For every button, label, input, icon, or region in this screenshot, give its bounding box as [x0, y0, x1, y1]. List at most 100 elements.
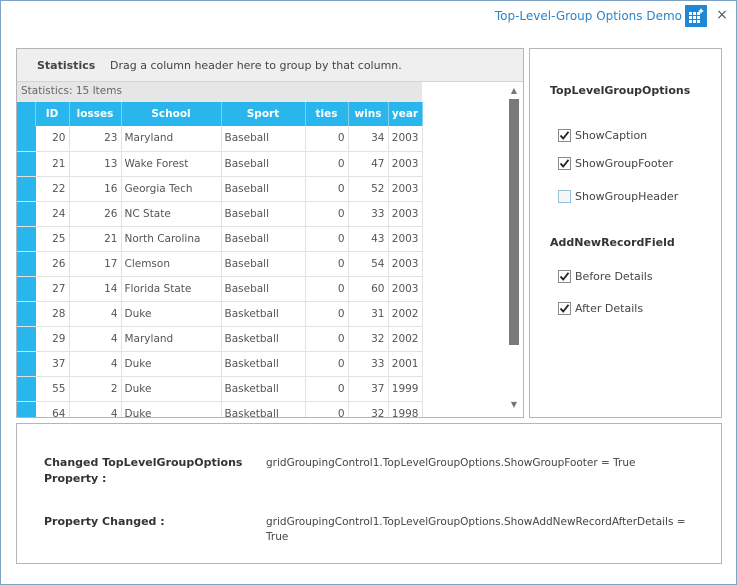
cell-ties[interactable]: 0 — [305, 326, 349, 352]
column-header-id[interactable]: ID — [35, 102, 70, 126]
row-selector[interactable] — [17, 326, 36, 352]
table-row[interactable]: 27 14 Florida State Baseball 0 60 2003 — [17, 276, 423, 302]
cell-school[interactable]: NC State — [121, 201, 222, 227]
cell-year[interactable]: 2002 — [388, 326, 423, 352]
cell-wins[interactable]: 33 — [348, 201, 389, 227]
row-selector[interactable] — [17, 226, 36, 252]
cell-ties[interactable]: 0 — [305, 401, 349, 417]
cell-sport[interactable]: Basketball — [221, 301, 306, 327]
cell-school[interactable]: Wake Forest — [121, 151, 222, 177]
scroll-up-arrow-icon[interactable]: ▲ — [509, 86, 519, 96]
cell-year[interactable]: 2003 — [388, 226, 423, 252]
cell-losses[interactable]: 16 — [69, 176, 122, 202]
cell-wins[interactable]: 32 — [348, 326, 389, 352]
cell-school[interactable]: North Carolina — [121, 226, 222, 252]
cell-sport[interactable]: Baseball — [221, 276, 306, 302]
cell-year[interactable]: 2003 — [388, 251, 423, 277]
column-header-losses[interactable]: losses — [69, 102, 122, 126]
row-selector[interactable] — [17, 251, 36, 277]
row-selector[interactable] — [17, 176, 36, 202]
table-row[interactable]: 20 23 Maryland Baseball 0 34 2003 — [17, 126, 423, 152]
table-row[interactable]: 21 13 Wake Forest Baseball 0 47 2003 — [17, 151, 423, 177]
cell-losses[interactable]: 2 — [69, 376, 122, 402]
table-row[interactable]: 26 17 Clemson Baseball 0 54 2003 — [17, 251, 423, 277]
table-row[interactable]: 25 21 North Carolina Baseball 0 43 2003 — [17, 226, 423, 252]
cell-id[interactable]: 25 — [35, 226, 70, 252]
cell-sport[interactable]: Baseball — [221, 151, 306, 177]
cell-id[interactable]: 22 — [35, 176, 70, 202]
cell-year[interactable]: 2003 — [388, 276, 423, 302]
scroll-down-arrow-icon[interactable]: ▼ — [509, 400, 519, 410]
row-selector[interactable] — [17, 126, 36, 152]
cell-year[interactable]: 2001 — [388, 351, 423, 377]
show-group-footer-checkbox[interactable]: ShowGroupFooter — [558, 155, 673, 171]
cell-wins[interactable]: 52 — [348, 176, 389, 202]
row-selector[interactable] — [17, 201, 36, 227]
cell-school[interactable]: Maryland — [121, 326, 222, 352]
cell-school[interactable]: Duke — [121, 351, 222, 377]
cell-id[interactable]: 21 — [35, 151, 70, 177]
table-row[interactable]: 28 4 Duke Basketball 0 31 2002 — [17, 301, 423, 327]
cell-losses[interactable]: 14 — [69, 276, 122, 302]
cell-losses[interactable]: 4 — [69, 326, 122, 352]
row-selector[interactable] — [17, 301, 36, 327]
cell-ties[interactable]: 0 — [305, 301, 349, 327]
cell-school[interactable]: Duke — [121, 376, 222, 402]
cell-wins[interactable]: 43 — [348, 226, 389, 252]
cell-losses[interactable]: 4 — [69, 401, 122, 417]
cell-losses[interactable]: 21 — [69, 226, 122, 252]
cell-year[interactable]: 1998 — [388, 401, 423, 417]
cell-wins[interactable]: 31 — [348, 301, 389, 327]
cell-losses[interactable]: 23 — [69, 126, 122, 152]
cell-id[interactable]: 37 — [35, 351, 70, 377]
cell-ties[interactable]: 0 — [305, 176, 349, 202]
cell-id[interactable]: 55 — [35, 376, 70, 402]
cell-ties[interactable]: 0 — [305, 201, 349, 227]
table-row[interactable]: 29 4 Maryland Basketball 0 32 2002 — [17, 326, 423, 352]
cell-ties[interactable]: 0 — [305, 376, 349, 402]
cell-year[interactable]: 2003 — [388, 126, 423, 152]
cell-wins[interactable]: 32 — [348, 401, 389, 417]
cell-school[interactable]: Florida State — [121, 276, 222, 302]
show-caption-checkbox[interactable]: ShowCaption — [558, 127, 647, 143]
column-header-school[interactable]: School — [121, 102, 222, 126]
cell-year[interactable]: 2003 — [388, 201, 423, 227]
cell-year[interactable]: 2003 — [388, 176, 423, 202]
cell-losses[interactable]: 4 — [69, 301, 122, 327]
cell-sport[interactable]: Baseball — [221, 126, 306, 152]
cell-id[interactable]: 64 — [35, 401, 70, 417]
cell-losses[interactable]: 17 — [69, 251, 122, 277]
cell-id[interactable]: 29 — [35, 326, 70, 352]
cell-wins[interactable]: 34 — [348, 126, 389, 152]
table-row[interactable]: 24 26 NC State Baseball 0 33 2003 — [17, 201, 423, 227]
cell-wins[interactable]: 47 — [348, 151, 389, 177]
cell-sport[interactable]: Baseball — [221, 226, 306, 252]
cell-sport[interactable]: Baseball — [221, 176, 306, 202]
vertical-scrollbar[interactable]: ▲ ▼ — [505, 82, 523, 417]
cell-wins[interactable]: 37 — [348, 376, 389, 402]
show-group-header-checkbox[interactable]: ShowGroupHeader — [558, 188, 678, 204]
after-details-checkbox[interactable]: After Details — [558, 300, 643, 316]
cell-sport[interactable]: Basketball — [221, 326, 306, 352]
cell-sport[interactable]: Baseball — [221, 251, 306, 277]
cell-year[interactable]: 2002 — [388, 301, 423, 327]
cell-school[interactable]: Maryland — [121, 126, 222, 152]
cell-sport[interactable]: Baseball — [221, 201, 306, 227]
cell-school[interactable]: Duke — [121, 301, 222, 327]
row-selector[interactable] — [17, 401, 36, 417]
cell-losses[interactable]: 26 — [69, 201, 122, 227]
cell-id[interactable]: 24 — [35, 201, 70, 227]
row-selector[interactable] — [17, 376, 36, 402]
cell-ties[interactable]: 0 — [305, 151, 349, 177]
column-header-sport[interactable]: Sport — [221, 102, 306, 126]
table-row[interactable]: 37 4 Duke Basketball 0 33 2001 — [17, 351, 423, 377]
cell-school[interactable]: Clemson — [121, 251, 222, 277]
cell-losses[interactable]: 4 — [69, 351, 122, 377]
cell-school[interactable]: Duke — [121, 401, 222, 417]
cell-ties[interactable]: 0 — [305, 226, 349, 252]
cell-sport[interactable]: Basketball — [221, 401, 306, 417]
cell-ties[interactable]: 0 — [305, 126, 349, 152]
row-selector[interactable] — [17, 151, 36, 177]
cell-ties[interactable]: 0 — [305, 351, 349, 377]
cell-wins[interactable]: 54 — [348, 251, 389, 277]
